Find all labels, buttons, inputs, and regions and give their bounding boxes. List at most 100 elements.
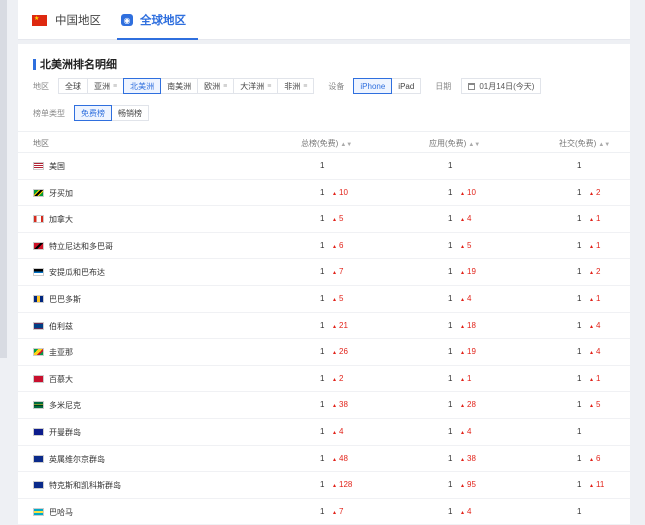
- total-rank: 1: [320, 320, 325, 330]
- app-rank: 1: [448, 161, 453, 170]
- app-rank-change: 18: [461, 321, 476, 330]
- app-rank-change: 4: [461, 427, 471, 436]
- active-tab-underline: [117, 38, 198, 40]
- tab-global-region[interactable]: ◉ 全球地区: [117, 8, 198, 40]
- total-rank: 1: [320, 240, 325, 250]
- social-rank-change: 4: [590, 321, 600, 330]
- menu-icon: ≡: [113, 82, 118, 90]
- app-rank: 1: [448, 214, 453, 224]
- bahamas-flag-icon: [33, 507, 44, 516]
- region-chip-europe[interactable]: 欧洲 ≡: [197, 78, 235, 94]
- date-picker[interactable]: 01月14日(今天): [461, 78, 542, 94]
- tab-china-region[interactable]: 中国地区: [32, 8, 101, 32]
- table-row[interactable]: 特克斯和凯科斯群岛1128195111: [18, 472, 630, 499]
- dominica-flag-icon: [33, 401, 44, 410]
- total-rank-change: 48: [333, 454, 348, 463]
- app-rank-change: 4: [461, 294, 471, 303]
- total-rank-change: 2: [333, 374, 343, 383]
- menu-icon: ≡: [223, 82, 228, 90]
- country-name: 开曼群岛: [49, 428, 81, 437]
- total-rank-change: 10: [333, 188, 348, 197]
- total-rank: 1: [320, 347, 325, 357]
- social-rank-change: 1: [590, 374, 600, 383]
- app-rank-change: 10: [461, 188, 476, 197]
- region-chip-global[interactable]: 全球: [58, 78, 88, 94]
- social-rank: 1: [577, 161, 582, 170]
- total-rank-change: 26: [333, 347, 348, 356]
- table-row[interactable]: 牙买加11011012: [18, 180, 630, 207]
- country-name: 美国: [49, 162, 65, 171]
- social-rank: 1: [577, 267, 582, 277]
- total-rank-change: 128: [333, 480, 352, 489]
- chart-type-label: 榜单类型: [33, 108, 65, 118]
- region-chip-asia[interactable]: 亚洲 ≡: [87, 78, 125, 94]
- social-rank: 1: [577, 294, 582, 303]
- table-row[interactable]: 百慕大121111: [18, 366, 630, 393]
- chart-type-free[interactable]: 免费榜: [74, 105, 112, 121]
- canada-flag-icon: [33, 215, 44, 224]
- app-rank-change: 4: [461, 507, 471, 516]
- app-rank-change: 95: [461, 480, 476, 489]
- social-rank-change: 11: [590, 480, 604, 489]
- device-chip-ipad[interactable]: iPad: [391, 78, 422, 94]
- sort-icon: ▲▼: [468, 142, 481, 148]
- table-row[interactable]: 安提瓜和巴布达1711912: [18, 259, 630, 286]
- country-name: 伯利兹: [49, 321, 73, 331]
- total-rank: 1: [320, 161, 325, 170]
- total-rank-change: 5: [333, 294, 343, 303]
- sort-icon: ▲▼: [598, 142, 611, 148]
- app-rank: 1: [448, 347, 453, 357]
- table-row[interactable]: 伯利兹12111814: [18, 313, 630, 340]
- country-name: 多米尼克: [49, 401, 81, 411]
- total-rank: 1: [320, 427, 325, 436]
- bermuda-flag-icon: [33, 374, 44, 383]
- social-rank-change: 1: [590, 214, 600, 223]
- table-header: 地区 总榜(免费) ▲▼ 应用(免费) ▲▼ 社交(免费) ▲▼: [18, 131, 630, 153]
- header-social-free[interactable]: 社交(免费) ▲▼: [559, 138, 610, 149]
- app-rank: 1: [448, 267, 453, 277]
- region-chip-africa[interactable]: 非洲 ≡: [277, 78, 315, 94]
- country-name: 英属维尔京群岛: [49, 454, 105, 464]
- app-rank-change: 5: [461, 241, 471, 250]
- country-name: 特立尼达和多巴哥: [49, 241, 113, 251]
- table-row[interactable]: 多米尼克13812815: [18, 392, 630, 419]
- social-rank-change: 2: [590, 188, 600, 197]
- region-chip-oceania[interactable]: 大洋洲 ≡: [233, 78, 279, 94]
- total-rank: 1: [320, 187, 325, 197]
- total-rank: 1: [320, 267, 325, 277]
- table-row[interactable]: 圭亚那12611914: [18, 339, 630, 366]
- trinidad-flag-icon: [33, 241, 44, 250]
- app-rank: 1: [448, 506, 453, 516]
- guyana-flag-icon: [33, 348, 44, 357]
- table-row[interactable]: 巴巴多斯151411: [18, 286, 630, 313]
- date-value: 01月14日(今天): [479, 81, 535, 91]
- sort-icon: ▲▼: [340, 142, 353, 148]
- header-total-free[interactable]: 总榜(免费) ▲▼: [301, 138, 352, 149]
- region-chip-south-america[interactable]: 南美洲: [160, 78, 199, 94]
- total-rank-change: 21: [333, 321, 348, 330]
- table-row[interactable]: 英属维尔京群岛14813816: [18, 446, 630, 473]
- china-flag-icon: [32, 14, 47, 26]
- table-row[interactable]: 开曼群岛14141: [18, 419, 630, 446]
- app-rank: 1: [448, 480, 453, 490]
- filter-row: 地区 全球 亚洲 ≡ 北美洲 南美洲 欧洲 ≡ 大洋洲 ≡ 非洲 ≡ 设备 iPhone…: [33, 77, 542, 95]
- region-chip-north-america[interactable]: 北美洲: [123, 78, 162, 94]
- header-app-free[interactable]: 应用(免费) ▲▼: [429, 138, 480, 149]
- country-name: 百慕大: [49, 374, 73, 384]
- country-name: 安提瓜和巴布达: [49, 268, 105, 278]
- device-chip-iphone[interactable]: iPhone: [353, 78, 393, 94]
- tab-global-label: 全球地区: [140, 15, 186, 27]
- app-rank-change: 1: [461, 374, 471, 383]
- chart-type-grossing[interactable]: 畅销榜: [111, 105, 149, 121]
- social-rank: 1: [577, 240, 582, 250]
- table-row[interactable]: 加拿大151411: [18, 206, 630, 233]
- table-row[interactable]: 特立尼达和多巴哥161511: [18, 233, 630, 260]
- table-row[interactable]: 美国 1 1 1: [18, 153, 630, 180]
- jamaica-flag-icon: [33, 188, 44, 197]
- total-rank: 1: [320, 480, 325, 490]
- total-rank: 1: [320, 400, 325, 410]
- social-rank-change: 2: [590, 267, 600, 276]
- social-rank-change: 1: [590, 241, 600, 250]
- table-row[interactable]: 巴哈马17141: [18, 499, 630, 525]
- social-rank: 1: [577, 373, 582, 383]
